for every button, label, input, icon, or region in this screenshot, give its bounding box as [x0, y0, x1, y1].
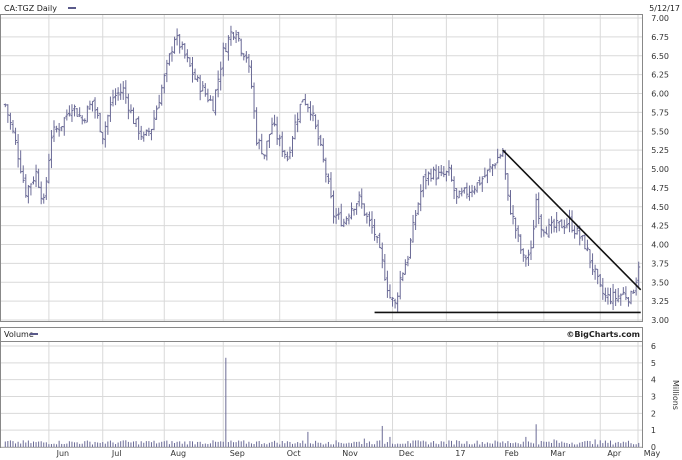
- stock-chart: 7.00 6.75 6.50 6.25 6.00 5.75 5.50 5.25 5.00 4.75…: [0, 4, 680, 458]
- symbol-legend-swatch: [68, 7, 76, 9]
- price-tick-label: 4.75: [651, 184, 669, 193]
- price-tick-label: 6.50: [651, 52, 669, 61]
- x-tick-label: Mar: [550, 449, 566, 458]
- volume-tick-label: 3: [651, 393, 656, 402]
- volume-tick-label: 1: [651, 426, 656, 435]
- x-tick-label: Jul: [111, 449, 122, 458]
- volume-panel: [0, 341, 643, 448]
- price-axis: 7.00 6.75 6.50 6.25 6.00 5.75 5.50 5.25 5.00 4.75…: [651, 14, 669, 325]
- price-tick-label: 5.75: [651, 108, 669, 117]
- volume-axis: 6543210: [651, 342, 656, 452]
- x-tick-label: Nov: [342, 449, 358, 458]
- x-tick-label: 17: [455, 449, 465, 458]
- price-tick-label: 6.75: [651, 33, 669, 42]
- price-tick-label: 3.00: [651, 316, 669, 325]
- price-tick-label: 4.25: [651, 222, 669, 231]
- date-label: 5/12/17: [649, 4, 680, 13]
- volume-tick-label: 2: [651, 409, 656, 418]
- x-tick-label: Feb: [505, 449, 519, 458]
- volume-tick-label: 4: [651, 376, 656, 385]
- volume-legend-swatch: [30, 333, 38, 335]
- x-tick-label: Dec: [399, 449, 414, 458]
- price-tick-label: 7.00: [651, 14, 669, 23]
- x-tick-label: Oct: [287, 449, 301, 458]
- price-tick-label: 3.75: [651, 259, 669, 268]
- price-tick-label: 4.50: [651, 203, 669, 212]
- volume-header-band: [0, 327, 643, 342]
- volume-tick-label: 5: [651, 359, 656, 368]
- x-tick-label: Sep: [230, 449, 245, 458]
- volume-axis-label: Millions: [671, 380, 680, 410]
- price-tick-label: 5.50: [651, 127, 669, 136]
- price-tick-label: 3.25: [651, 297, 669, 306]
- price-tick-label: 5.25: [651, 146, 669, 155]
- symbol-label: CA:TGZ Daily: [4, 4, 57, 13]
- x-axis: Jun Jul Aug Sep Oct Nov Dec 17 Feb Mar Apr May: [56, 449, 661, 458]
- x-tick-label: Jun: [56, 449, 70, 458]
- price-tick-label: 6.00: [651, 90, 669, 99]
- price-tick-label: 3.50: [651, 278, 669, 287]
- x-tick-label: Apr: [607, 449, 622, 458]
- brand-label: ©BigCharts.com: [566, 330, 640, 339]
- volume-tick-label: 6: [651, 342, 656, 351]
- x-tick-label: May: [644, 449, 661, 458]
- volume-label: Volume: [4, 330, 34, 339]
- x-tick-label: Aug: [170, 449, 186, 458]
- price-tick-label: 4.00: [651, 241, 669, 250]
- price-panel: [0, 14, 643, 322]
- price-tick-label: 5.00: [651, 165, 669, 174]
- price-tick-label: 6.25: [651, 71, 669, 80]
